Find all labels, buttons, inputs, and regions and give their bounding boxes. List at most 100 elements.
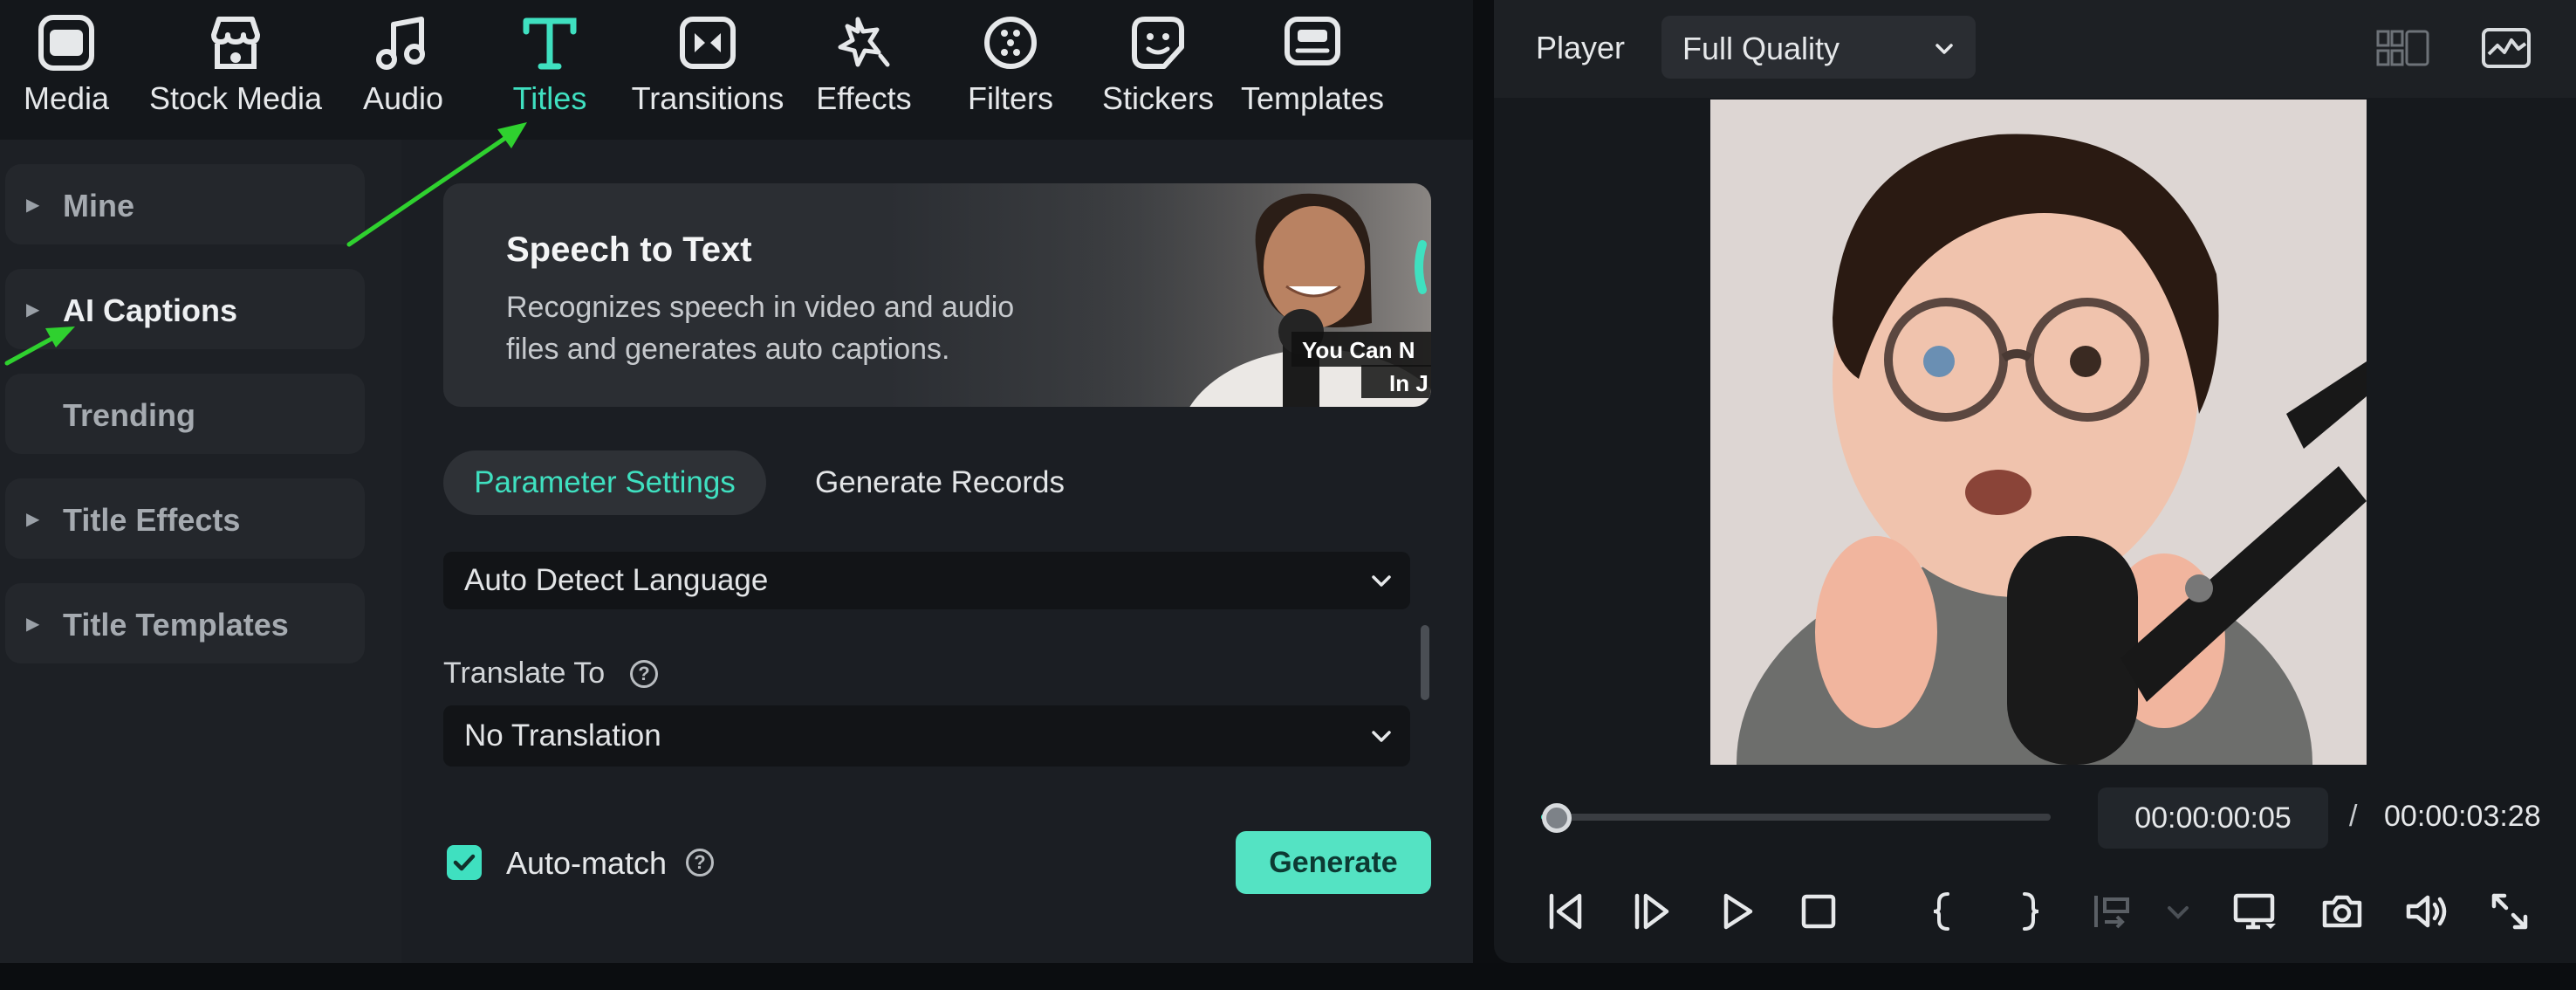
progress-handle[interactable] <box>1541 803 1572 833</box>
current-time[interactable]: 00:00:00:05 <box>2098 787 2328 849</box>
tab-effects-label: Effects <box>816 80 912 116</box>
scopes-icon[interactable] <box>2478 24 2534 72</box>
video-preview[interactable] <box>1710 100 2367 765</box>
sidebar-item-title-effects[interactable]: ▶ Title Effects <box>5 478 365 559</box>
settings-scrollbar[interactable] <box>1421 625 1429 700</box>
filters-icon <box>978 12 1043 73</box>
translate-to-label: Translate To <box>443 657 606 690</box>
sidebar-item-title-templates[interactable]: ▶ Title Templates <box>5 583 365 663</box>
fullscreen-button[interactable] <box>2485 887 2534 936</box>
auto-match-checkbox[interactable] <box>447 845 482 880</box>
banner-image-caption: You Can N <box>1302 337 1415 363</box>
stop-button[interactable] <box>1794 887 1843 936</box>
mark-in-button[interactable] <box>1918 887 1967 936</box>
tab-stock-media[interactable]: Stock Media <box>143 0 328 131</box>
sidebar-item-label: AI Captions <box>63 292 238 328</box>
play-button[interactable] <box>1712 887 1761 936</box>
play-icon <box>1723 893 1753 930</box>
sidebar-item-label: Title Effects <box>63 502 241 538</box>
tab-filters[interactable]: Filters <box>958 0 1063 131</box>
expand-caret-icon: ▶ <box>26 615 40 634</box>
next-frame-button[interactable] <box>1627 887 1675 936</box>
speech-to-text-banner: Speech to Text Recognizes speech in vide… <box>443 183 1431 407</box>
mark-out-icon <box>2023 892 2039 931</box>
expand-caret-icon: ▶ <box>26 300 40 320</box>
chevron-down-icon <box>2168 906 2189 919</box>
audio-icon <box>371 12 435 73</box>
insert-options-button <box>2154 887 2189 936</box>
auto-match-label: Auto-match <box>506 845 668 881</box>
sidebar-item-label: Trending <box>63 397 195 433</box>
previous-frame-icon <box>1549 893 1582 930</box>
grid-layout-icon[interactable] <box>2375 24 2431 72</box>
playback-progress-slider[interactable] <box>1541 803 2051 833</box>
tab-parameter-settings[interactable]: Parameter Settings <box>443 450 766 515</box>
stock-media-icon <box>203 12 268 73</box>
banner-title: Speech to Text <box>506 230 752 269</box>
next-frame-icon <box>1634 893 1669 930</box>
checkmark-icon <box>453 854 476 871</box>
tab-effects[interactable]: Effects <box>812 0 916 131</box>
expand-caret-icon: ▶ <box>26 510 40 529</box>
display-settings-button[interactable] <box>2230 887 2279 936</box>
camera-icon <box>2322 895 2362 928</box>
tab-transitions[interactable]: Transitions <box>625 0 791 131</box>
volume-button[interactable] <box>2401 887 2450 936</box>
tab-audio[interactable]: Audio <box>349 0 457 131</box>
quality-select-value: Full Quality <box>1682 31 1840 66</box>
stickers-icon <box>1126 12 1190 73</box>
previous-frame-button[interactable] <box>1541 887 1590 936</box>
player-title: Player <box>1536 30 1626 65</box>
category-sidebar: ▶ Mine ▶ AI Captions Trending ▶ Title Ef… <box>0 140 401 963</box>
volume-icon <box>2406 895 2447 928</box>
effects-icon <box>832 12 896 73</box>
chevron-down-icon <box>1935 44 1953 54</box>
window-bottom-edge <box>0 963 2576 990</box>
tab-stock-media-label: Stock Media <box>148 80 323 116</box>
quality-select[interactable]: Full Quality <box>1661 16 1976 79</box>
mark-out-button[interactable] <box>2005 887 2054 936</box>
tab-transitions-label: Transitions <box>631 80 784 116</box>
time-separator: / <box>2349 800 2358 833</box>
help-icon[interactable]: ? <box>686 849 714 877</box>
mark-in-icon <box>1933 892 1949 931</box>
language-select[interactable]: Auto Detect Language <box>443 552 1410 609</box>
tab-filters-label: Filters <box>968 80 1053 116</box>
templates-icon <box>1280 12 1345 73</box>
monitor-icon <box>2233 893 2276 930</box>
insert-clip-button <box>2087 887 2136 936</box>
translate-select[interactable]: No Translation <box>443 705 1410 767</box>
tab-audio-label: Audio <box>362 80 444 116</box>
banner-image-caption: In J <box>1389 370 1428 396</box>
snapshot-button[interactable] <box>2318 887 2367 936</box>
tab-titles-label: Titles <box>512 80 587 116</box>
translate-select-value: No Translation <box>464 718 661 753</box>
sidebar-item-ai-captions[interactable]: ▶ AI Captions <box>5 269 365 349</box>
sidebar-item-mine[interactable]: ▶ Mine <box>5 164 365 244</box>
tab-media[interactable]: Media <box>0 0 133 131</box>
help-icon[interactable]: ? <box>630 660 658 688</box>
video-frame-image <box>1710 100 2367 765</box>
tab-titles[interactable]: Titles <box>499 0 600 131</box>
tab-templates-label: Templates <box>1240 80 1385 116</box>
banner-image: You Can N In J <box>1073 183 1431 407</box>
titles-icon <box>517 12 582 73</box>
insert-clip-icon <box>2094 896 2129 929</box>
total-duration: 00:00:03:28 <box>2384 800 2541 833</box>
stop-icon <box>1801 894 1836 929</box>
tab-generate-records[interactable]: Generate Records <box>815 450 1065 515</box>
language-select-value: Auto Detect Language <box>464 563 769 597</box>
media-icon <box>34 12 99 73</box>
tab-stickers[interactable]: Stickers <box>1096 0 1220 131</box>
chevron-down-icon <box>1372 731 1391 742</box>
banner-description: Recognizes speech in video and audio fil… <box>506 291 1015 366</box>
tab-templates[interactable]: Templates <box>1239 0 1386 131</box>
sidebar-item-trending[interactable]: Trending <box>5 374 365 454</box>
top-toolbar: Media Stock Media Audio Titles Transitio… <box>0 0 1473 140</box>
sidebar-item-label: Mine <box>63 188 135 223</box>
tab-stickers-label: Stickers <box>1101 80 1215 116</box>
generate-button[interactable]: Generate <box>1236 831 1431 894</box>
tab-media-label: Media <box>23 80 110 116</box>
expand-caret-icon: ▶ <box>26 196 40 215</box>
fullscreen-icon <box>2491 893 2528 930</box>
